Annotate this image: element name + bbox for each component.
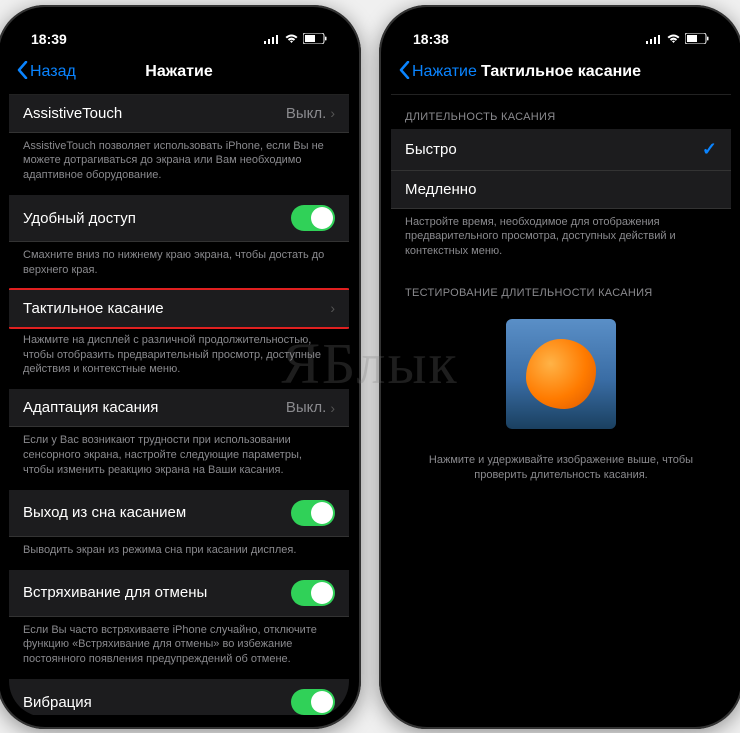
footer-haptic: Нажмите на дисплей с различной продолжит…: [9, 327, 349, 390]
toggle-tap-to-wake[interactable]: [291, 500, 335, 526]
row-tap-to-wake[interactable]: Выход из сна касанием: [9, 490, 349, 537]
section-header-test: ТЕСТИРОВАНИЕ ДЛИТЕЛЬНОСТИ КАСАНИЯ: [391, 271, 731, 305]
chevron-right-icon: ›: [330, 400, 335, 416]
wifi-icon: [284, 33, 299, 44]
row-duration-slow[interactable]: Медленно: [391, 171, 731, 209]
toggle-reachability[interactable]: [291, 205, 335, 231]
back-button[interactable]: Нажатие: [399, 61, 477, 84]
toggle-shake-to-undo[interactable]: [291, 580, 335, 606]
footer-duration: Настройте время, необходимое для отображ…: [391, 209, 731, 272]
row-label: Тактильное касание: [23, 300, 164, 317]
chevron-right-icon: ›: [330, 300, 335, 316]
battery-icon: [303, 33, 327, 44]
toggle-vibration[interactable]: [291, 689, 335, 714]
row-value: Выкл.: [286, 399, 326, 416]
row-vibration[interactable]: Вибрация: [9, 679, 349, 714]
settings-content[interactable]: AssistiveTouch Выкл.› AssistiveTouch поз…: [9, 95, 349, 715]
wifi-icon: [666, 33, 681, 44]
footer-test: Нажмите и удерживайте изображение выше, …: [391, 443, 731, 493]
row-label: Выход из сна касанием: [23, 504, 186, 521]
signal-icon: [646, 34, 662, 44]
page-title: Нажатие: [145, 63, 212, 81]
back-label: Нажатие: [412, 63, 477, 81]
row-label: Медленно: [405, 181, 476, 198]
back-label: Назад: [30, 63, 76, 81]
footer-reachability: Смахните вниз по нижнему краю экрана, чт…: [9, 242, 349, 290]
row-shake-to-undo[interactable]: Встряхивание для отмены: [9, 570, 349, 617]
row-duration-fast[interactable]: Быстро ✓: [391, 129, 731, 171]
row-label: Удобный доступ: [23, 210, 136, 227]
nav-bar: Нажатие Тактильное касание: [391, 55, 731, 95]
notch: [486, 17, 636, 43]
row-assistivetouch[interactable]: AssistiveTouch Выкл.›: [9, 95, 349, 133]
test-image[interactable]: [506, 319, 616, 429]
row-value: Выкл.: [286, 105, 326, 122]
battery-icon: [685, 33, 709, 44]
nav-bar: Назад Нажатие: [9, 55, 349, 95]
row-label: Быстро: [405, 141, 457, 158]
phone-right: 18:38 Нажатие Тактильное касание ДЛИТЕЛЬ…: [379, 5, 740, 729]
back-button[interactable]: Назад: [17, 61, 76, 84]
footer-shake: Если Вы часто встряхиваете iPhone случай…: [9, 617, 349, 680]
row-label: AssistiveTouch: [23, 105, 122, 122]
status-time: 18:39: [31, 31, 67, 47]
chevron-right-icon: ›: [330, 105, 335, 121]
phone-left: 18:39 Назад Нажатие AssistiveTouch Выкл.…: [0, 5, 361, 729]
checkmark-icon: ✓: [702, 139, 717, 160]
chevron-left-icon: [17, 61, 28, 84]
footer-accommodations: Если у Вас возникают трудности при испол…: [9, 427, 349, 490]
row-label: Вибрация: [23, 694, 92, 711]
row-label: Встряхивание для отмены: [23, 584, 207, 601]
row-reachability[interactable]: Удобный доступ: [9, 195, 349, 242]
row-haptic-touch[interactable]: Тактильное касание ›: [9, 290, 349, 327]
section-header-duration: ДЛИТЕЛЬНОСТЬ КАСАНИЯ: [391, 95, 731, 129]
row-accommodations[interactable]: Адаптация касания Выкл.›: [9, 389, 349, 427]
footer-tapwake: Выводить экран из режима сна при касании…: [9, 537, 349, 570]
status-time: 18:38: [413, 31, 449, 47]
page-title: Тактильное касание: [481, 63, 641, 81]
settings-content[interactable]: ДЛИТЕЛЬНОСТЬ КАСАНИЯ Быстро ✓ Медленно Н…: [391, 95, 731, 715]
notch: [104, 17, 254, 43]
footer-assistivetouch: AssistiveTouch позволяет использовать iP…: [9, 133, 349, 196]
chevron-left-icon: [399, 61, 410, 84]
signal-icon: [264, 34, 280, 44]
row-label: Адаптация касания: [23, 399, 158, 416]
